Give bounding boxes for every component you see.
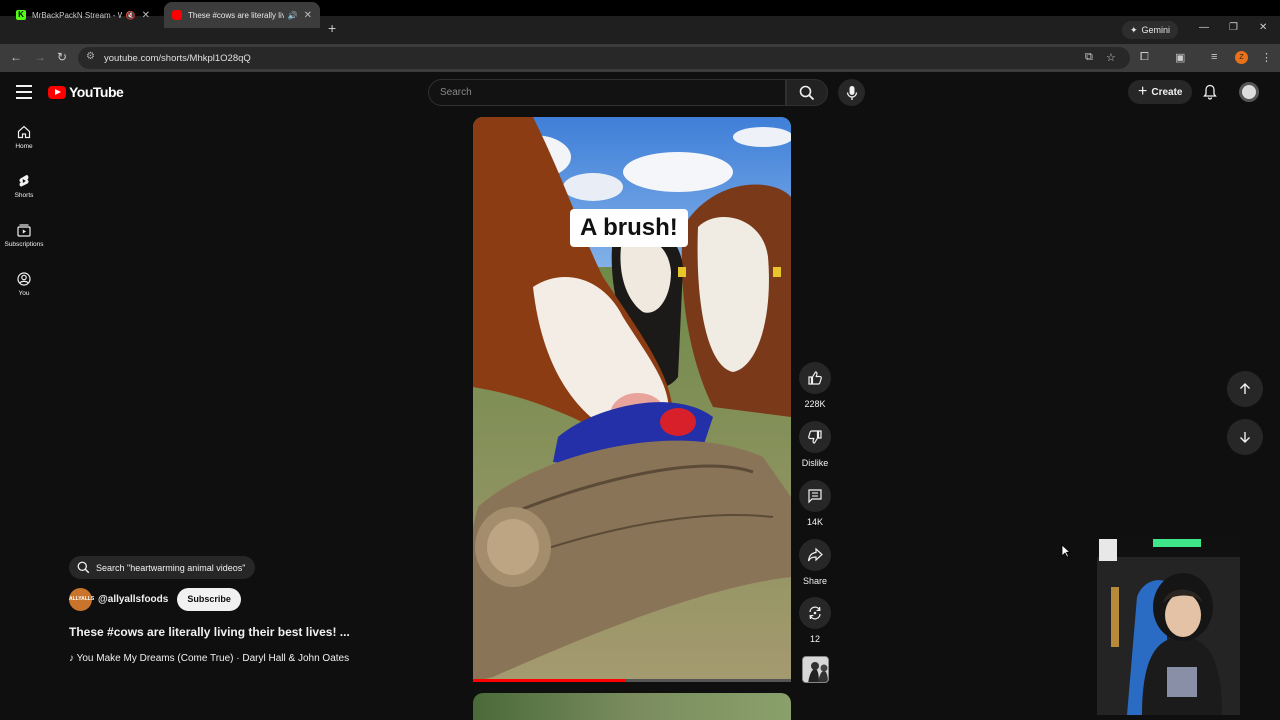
url-text: youtube.com/shorts/Mhkpl1O28qQ bbox=[104, 52, 251, 64]
site-info-icon[interactable]: ⚙ bbox=[86, 51, 95, 62]
sound-thumbnail[interactable] bbox=[802, 656, 829, 683]
video-progress-bar[interactable] bbox=[473, 679, 791, 682]
speaker-icon[interactable]: 🔊 bbox=[288, 11, 298, 20]
search-icon bbox=[77, 561, 90, 574]
thumbs-up-icon bbox=[808, 371, 822, 385]
menu-dots-icon[interactable]: ⋮ bbox=[1261, 51, 1272, 64]
arrow-down-icon bbox=[1240, 432, 1250, 443]
notifications-button[interactable] bbox=[1203, 84, 1217, 105]
profile-avatar[interactable]: Z bbox=[1235, 51, 1248, 64]
sidebar-label: Shorts bbox=[14, 192, 34, 199]
muted-speaker-icon[interactable]: 🔇 bbox=[126, 11, 136, 20]
tab-kick-stream[interactable]: K MrBackPackN Stream - Wa 🔇 ✕ bbox=[8, 2, 158, 28]
comments-button[interactable]: 14K bbox=[797, 480, 833, 527]
address-bar[interactable]: youtube.com/shorts/Mhkpl1O28qQ bbox=[78, 47, 1130, 69]
tab-title: These #cows are literally livi bbox=[188, 10, 284, 20]
youtube-play-icon bbox=[48, 85, 66, 99]
install-app-icon[interactable]: ⧉ bbox=[1085, 51, 1093, 64]
plus-icon: + bbox=[1138, 83, 1148, 100]
media-controls-icon[interactable]: ≡ bbox=[1211, 51, 1217, 63]
voice-search-button[interactable] bbox=[838, 79, 865, 106]
video-frame bbox=[473, 117, 791, 682]
hamburger-menu-icon[interactable] bbox=[16, 85, 32, 99]
search-input[interactable]: Search bbox=[428, 79, 786, 106]
tab-title: MrBackPackN Stream - Wa bbox=[32, 10, 122, 20]
streamer-webcam-image bbox=[1097, 537, 1240, 715]
channel-name[interactable]: @allyallsfoods bbox=[98, 594, 168, 605]
gemini-button[interactable]: ✦ Gemini bbox=[1122, 21, 1179, 39]
shorts-video-player[interactable] bbox=[473, 117, 791, 682]
music-text: You Make My Dreams (Come True) · Daryl H… bbox=[76, 653, 350, 664]
extensions-icon[interactable]: ⧠ bbox=[1140, 51, 1149, 64]
bell-icon bbox=[1203, 84, 1217, 100]
channel-avatar[interactable]: ALLYALLS bbox=[69, 588, 94, 611]
share-label: Share bbox=[802, 576, 828, 586]
forward-icon[interactable]: → bbox=[34, 50, 46, 64]
short-title[interactable]: These #cows are literally living their b… bbox=[69, 625, 350, 639]
music-note-icon: ♪ bbox=[69, 653, 77, 664]
gemini-icon: ✦ bbox=[1130, 24, 1138, 35]
youtube-wordmark: YouTube bbox=[69, 84, 124, 100]
kick-favicon-icon: K bbox=[16, 10, 26, 20]
related-search-text: Search "heartwarming animal videos" bbox=[96, 562, 246, 573]
minimize-icon[interactable]: — bbox=[1199, 22, 1209, 33]
side-panel-icon[interactable]: ▣ bbox=[1175, 51, 1185, 64]
bookmark-star-icon[interactable]: ☆ bbox=[1106, 51, 1116, 64]
dislike-button[interactable]: Dislike bbox=[797, 421, 833, 468]
close-tab-icon[interactable]: ✕ bbox=[304, 10, 312, 21]
remix-count: 12 bbox=[809, 634, 820, 644]
remix-icon bbox=[809, 606, 821, 620]
sidebar-label: Home bbox=[15, 143, 33, 150]
close-tab-icon[interactable]: ✕ bbox=[142, 10, 150, 21]
sidebar-item-shorts[interactable]: Shorts bbox=[0, 174, 48, 199]
subscribe-button[interactable]: Subscribe bbox=[177, 588, 241, 611]
share-button[interactable]: Share bbox=[797, 539, 833, 586]
shorts-icon bbox=[19, 174, 29, 187]
youtube-favicon-icon bbox=[172, 10, 182, 20]
mouse-cursor-icon bbox=[1061, 544, 1072, 563]
video-caption-overlay: A brush! bbox=[570, 209, 688, 247]
next-short-button[interactable] bbox=[1227, 419, 1263, 455]
related-search-chip[interactable]: Search "heartwarming animal videos" bbox=[69, 556, 256, 579]
webcam-overlay bbox=[1097, 537, 1240, 715]
search-icon bbox=[799, 85, 815, 100]
next-short-preview[interactable] bbox=[473, 693, 791, 720]
account-avatar[interactable] bbox=[1239, 82, 1259, 102]
youtube-logo[interactable]: YouTube bbox=[48, 84, 124, 100]
subscriptions-icon bbox=[17, 224, 31, 237]
create-label: Create bbox=[1151, 86, 1183, 98]
remix-button[interactable]: 12 bbox=[797, 597, 833, 644]
home-icon bbox=[17, 125, 31, 139]
channel-row: ALLYALLS @allyallsfoods Subscribe bbox=[69, 588, 241, 611]
close-window-icon[interactable]: ✕ bbox=[1259, 22, 1267, 33]
sidebar-label: You bbox=[18, 290, 30, 297]
gemini-label: Gemini bbox=[1141, 25, 1171, 35]
dislike-label: Dislike bbox=[801, 458, 829, 468]
share-icon bbox=[807, 547, 823, 562]
sound-thumbnail-image bbox=[803, 657, 828, 682]
music-link[interactable]: ♪ You Make My Dreams (Come True) · Daryl… bbox=[69, 653, 349, 664]
like-button[interactable]: 228K bbox=[797, 362, 833, 409]
microphone-icon bbox=[846, 85, 857, 100]
arrow-up-icon bbox=[1240, 383, 1250, 394]
thumbs-down-icon bbox=[808, 430, 822, 444]
reload-icon[interactable]: ↻ bbox=[57, 50, 67, 64]
create-button[interactable]: + Create bbox=[1128, 80, 1193, 104]
new-tab-button[interactable]: + bbox=[328, 20, 336, 36]
comment-count: 14K bbox=[806, 517, 823, 527]
progress-fill bbox=[473, 679, 626, 682]
like-count: 228K bbox=[804, 399, 826, 409]
you-icon bbox=[17, 272, 31, 286]
sidebar-item-home[interactable]: Home bbox=[0, 125, 48, 150]
restore-icon[interactable]: ❐ bbox=[1229, 22, 1238, 33]
back-icon[interactable]: ← bbox=[10, 50, 22, 64]
previous-short-button[interactable] bbox=[1227, 371, 1263, 407]
sidebar-item-you[interactable]: You bbox=[0, 272, 48, 297]
sidebar-item-subscriptions[interactable]: Subscriptions bbox=[0, 223, 48, 248]
comment-icon bbox=[808, 489, 822, 504]
search-button[interactable] bbox=[786, 79, 828, 106]
tab-youtube-short[interactable]: These #cows are literally livi 🔊 ✕ bbox=[164, 2, 320, 28]
sidebar-label: Subscriptions bbox=[4, 241, 44, 248]
